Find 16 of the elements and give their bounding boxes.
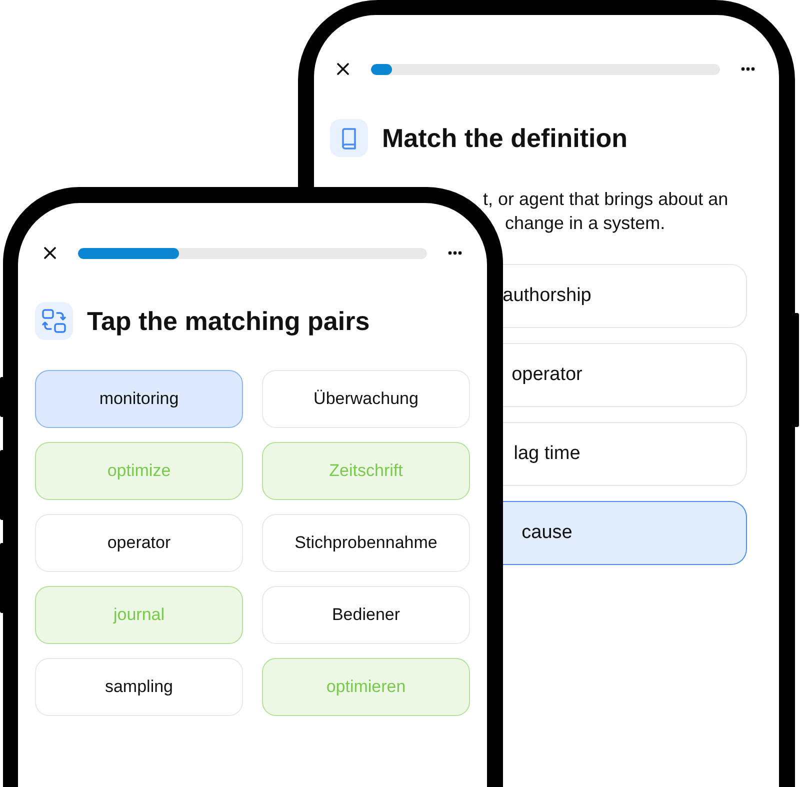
swap-icon	[35, 302, 73, 340]
word-tile[interactable]: Bediener	[262, 586, 470, 644]
word-tile[interactable]: Stichprobennahme	[262, 514, 470, 572]
word-tile[interactable]: sampling	[35, 658, 243, 716]
definition-text: t, or agent that brings about an	[483, 188, 728, 211]
word-tile[interactable]: monitoring	[35, 370, 243, 428]
definition-text: change in a system.	[505, 212, 666, 235]
more-icon[interactable]	[448, 251, 462, 255]
close-icon[interactable]	[337, 63, 349, 75]
close-icon[interactable]	[44, 247, 56, 259]
book-icon	[330, 119, 368, 157]
exercise-title: Match the definition	[382, 122, 628, 155]
more-icon[interactable]	[741, 67, 755, 71]
word-tile[interactable]: operator	[35, 514, 243, 572]
word-tile[interactable]: Überwachung	[262, 370, 470, 428]
exercise-title: Tap the matching pairs	[87, 305, 370, 338]
